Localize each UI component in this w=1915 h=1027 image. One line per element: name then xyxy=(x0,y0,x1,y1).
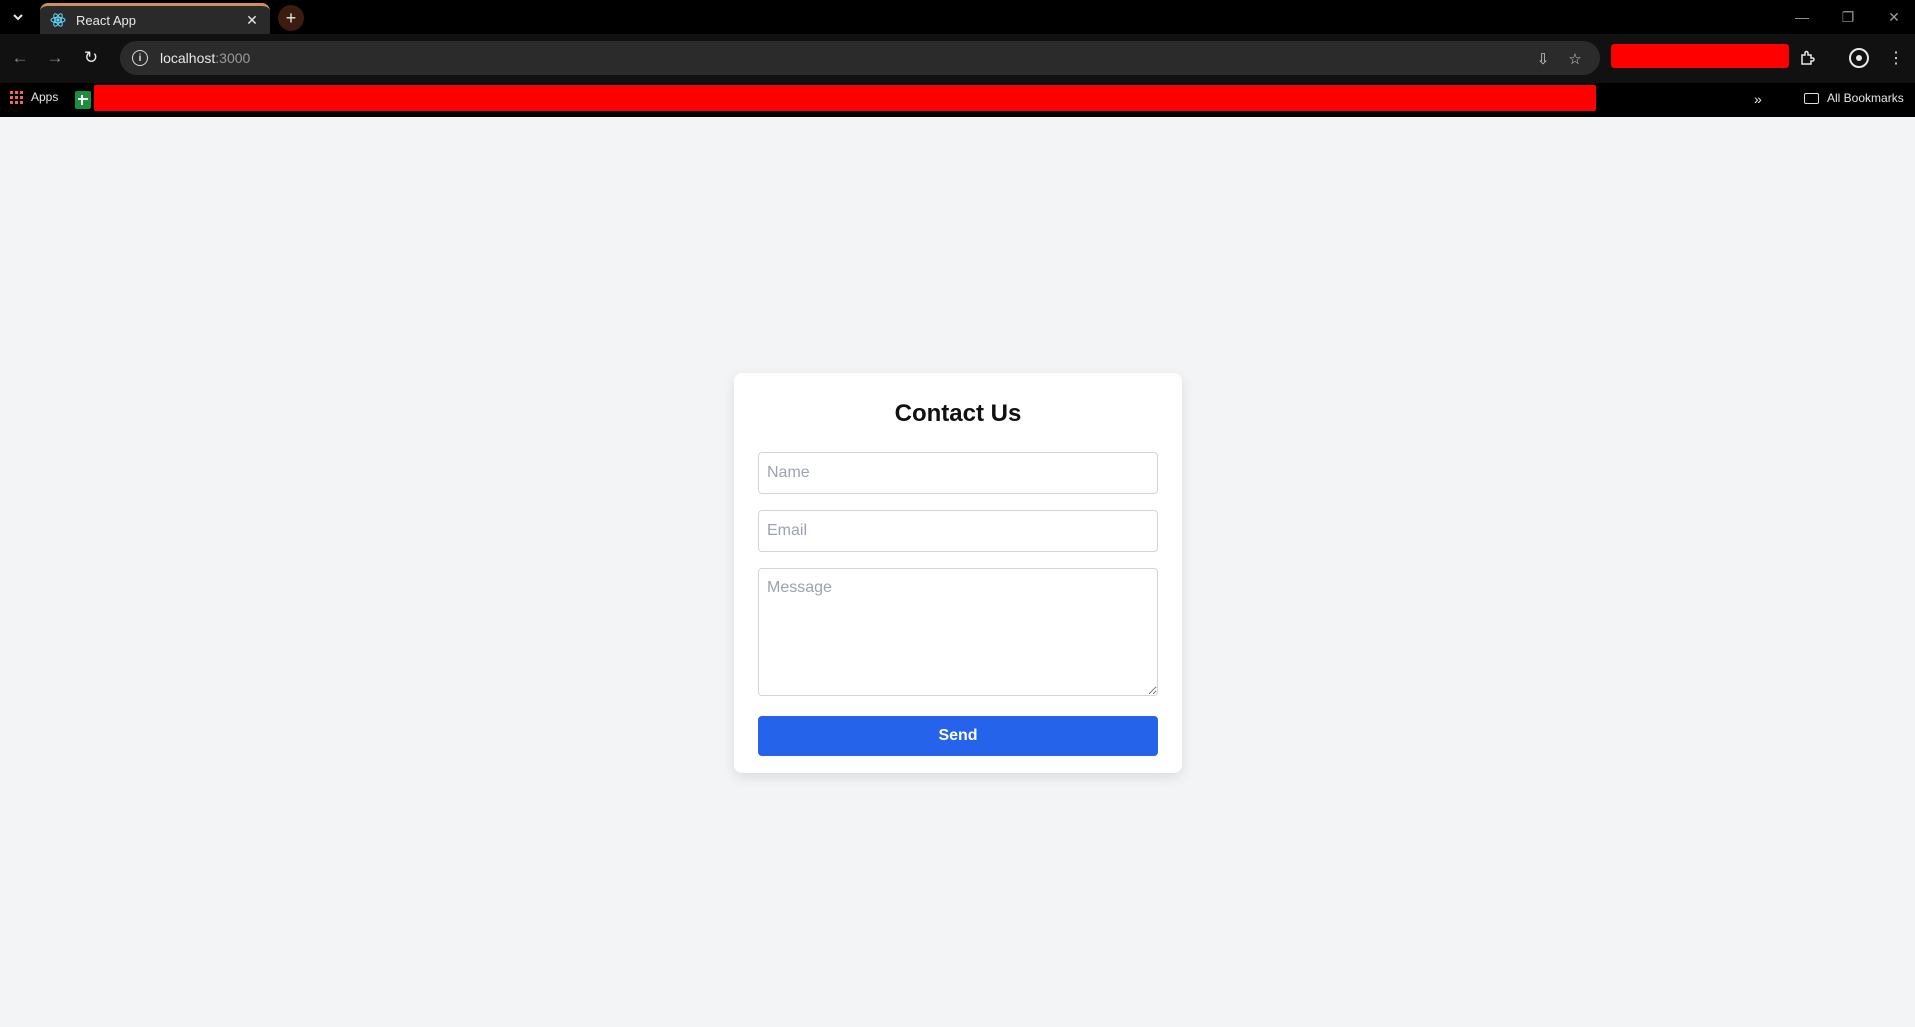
kebab-menu-icon[interactable]: ⋮ xyxy=(1883,45,1909,71)
arrow-left-icon[interactable]: ← xyxy=(6,44,34,72)
chevron-down-icon xyxy=(13,14,23,21)
react-icon xyxy=(50,13,66,27)
profile-icon[interactable] xyxy=(1846,45,1872,71)
browser-tab[interactable]: React App ✕ xyxy=(40,3,270,34)
url-host: localhost xyxy=(160,50,216,66)
apps-shortcut[interactable]: Apps xyxy=(10,90,58,104)
bookmarks-bar: Apps » All Bookmarks xyxy=(0,83,1915,117)
sheets-icon[interactable] xyxy=(75,91,91,109)
send-button[interactable]: Send xyxy=(758,716,1158,756)
all-bookmarks-label: All Bookmarks xyxy=(1827,91,1904,105)
contact-card: Contact Us Send xyxy=(734,373,1182,773)
folder-icon xyxy=(1804,92,1819,104)
minimize-icon[interactable]: — xyxy=(1782,4,1822,30)
apps-label: Apps xyxy=(31,90,59,104)
page-title: Contact Us xyxy=(894,400,1022,427)
apps-grid-icon xyxy=(10,90,23,104)
tab-search-button[interactable] xyxy=(6,5,30,29)
arrow-right-icon[interactable]: → xyxy=(41,44,69,72)
all-bookmarks-button[interactable]: All Bookmarks xyxy=(1804,91,1904,105)
install-icon[interactable]: ⇩ xyxy=(1534,50,1552,68)
close-icon[interactable]: ✕ xyxy=(244,12,260,29)
reload-icon[interactable]: ↻ xyxy=(77,44,105,72)
tab-title: React App xyxy=(76,12,136,28)
puzzle-icon[interactable] xyxy=(1794,45,1820,71)
url-port: :3000 xyxy=(215,50,251,66)
redacted-region xyxy=(1611,44,1789,68)
message-textarea[interactable] xyxy=(758,568,1158,696)
email-input[interactable] xyxy=(758,510,1158,552)
info-icon[interactable]: i xyxy=(132,50,148,66)
browser-toolbar: ← → ↻ i localhost:3000 ⇩ ☆ ⋮ xyxy=(0,34,1915,83)
star-icon[interactable]: ☆ xyxy=(1566,50,1584,68)
restore-icon[interactable]: ❐ xyxy=(1828,4,1868,30)
address-bar[interactable]: i localhost:3000 ⇩ ☆ xyxy=(120,41,1600,75)
window-close-icon[interactable]: ✕ xyxy=(1874,4,1914,30)
bookmarks-overflow-button[interactable]: » xyxy=(1754,91,1762,107)
new-tab-button[interactable]: + xyxy=(278,5,304,31)
tab-strip: React App ✕ + — ❐ ✕ xyxy=(0,0,1915,34)
name-input[interactable] xyxy=(758,452,1158,494)
redacted-region xyxy=(94,85,1596,111)
